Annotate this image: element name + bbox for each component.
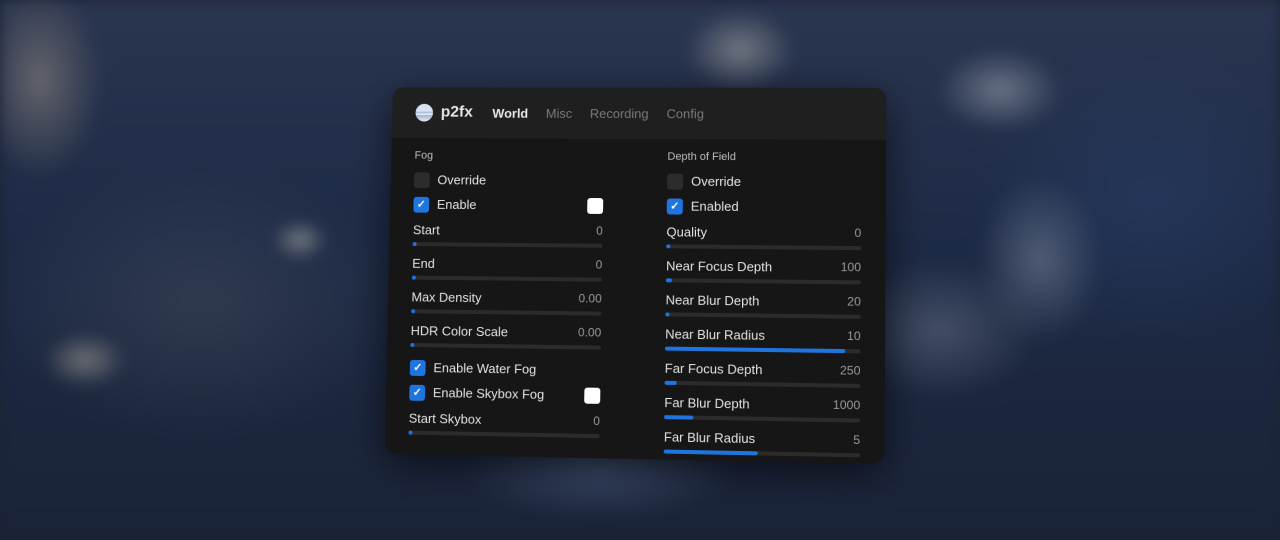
water-fog-checkbox[interactable]: ✓ [409, 359, 426, 376]
start-skybox-label: Start Skybox [408, 410, 482, 427]
near-focus-depth-value: 100 [840, 260, 862, 275]
max-density-fill [411, 309, 416, 314]
quality-fill [666, 244, 671, 249]
tab-misc[interactable]: Misc [546, 106, 573, 121]
start-skybox-track[interactable] [408, 430, 600, 439]
near-blur-radius-value: 10 [846, 328, 861, 344]
dof-title: Depth of Field [667, 150, 736, 164]
hdr-color-scale-label: HDR Color Scale [410, 323, 509, 340]
fog-end-fill [411, 275, 416, 280]
fog-title: Fog [414, 149, 434, 162]
near-focus-depth-label: Near Focus Depth [665, 258, 773, 275]
fog-end-track[interactable] [411, 275, 603, 282]
near-blur-depth-value: 20 [847, 294, 861, 309]
tab-config[interactable]: Config [666, 106, 704, 121]
near-focus-depth-track[interactable] [665, 278, 861, 285]
start-skybox-fill [408, 430, 413, 435]
dof-override-checkbox[interactable] [667, 173, 684, 190]
fog-start-label: Start [412, 222, 440, 238]
far-blur-radius-track[interactable] [663, 449, 860, 458]
dof-enabled-checkbox[interactable]: ✓ [666, 198, 683, 215]
max-density-value: 0.00 [578, 291, 602, 306]
fog-start-value: 0 [596, 223, 603, 238]
skybox-fog-row[interactable]: ✓ Enable Skybox Fog [409, 380, 601, 408]
near-blur-depth-label: Near Blur Depth [665, 292, 760, 309]
fog-color-swatch[interactable] [587, 197, 604, 214]
near-focus-depth-slider[interactable]: Near Focus Depth 100 [665, 252, 862, 288]
hdr-color-scale-track[interactable] [410, 342, 602, 350]
p2fx-panel: p2fx World Misc Recording Config Fog Ove… [384, 87, 887, 465]
tab-recording[interactable]: Recording [590, 106, 649, 121]
max-density-slider[interactable]: Max Density 0.00 [411, 284, 602, 320]
far-focus-depth-track[interactable] [664, 380, 861, 388]
far-blur-depth-fill [664, 415, 694, 420]
dof-enabled-label: Enabled [690, 198, 739, 214]
fog-start-fill [412, 242, 417, 247]
dof-section: Depth of Field Override ✓ Enabled Qualit… [663, 149, 862, 462]
far-blur-depth-track[interactable] [664, 415, 861, 423]
far-blur-radius-fill [663, 449, 758, 456]
near-blur-depth-track[interactable] [665, 312, 861, 319]
far-focus-depth-label: Far Focus Depth [664, 360, 763, 378]
quality-track[interactable] [666, 244, 862, 251]
fog-override-label: Override [437, 172, 487, 188]
far-focus-depth-slider[interactable]: Far Focus Depth 250 [664, 355, 860, 392]
fog-override-row[interactable]: Override [413, 167, 604, 193]
quality-label: Quality [666, 224, 708, 240]
far-blur-radius-label: Far Blur Radius [663, 429, 756, 447]
fog-end-slider[interactable]: End 0 [411, 250, 603, 286]
fog-end-label: End [412, 255, 435, 271]
water-fog-label: Enable Water Fog [433, 360, 537, 377]
dof-override-label: Override [691, 173, 742, 190]
fog-override-checkbox[interactable] [413, 171, 430, 188]
near-blur-radius-slider[interactable]: Near Blur Radius 10 [664, 320, 861, 357]
quality-value: 0 [854, 225, 862, 241]
near-focus-depth-fill [665, 278, 672, 283]
start-skybox-slider[interactable]: Start Skybox 0 [408, 405, 600, 443]
far-focus-depth-value: 250 [839, 363, 861, 378]
near-blur-depth-fill [665, 312, 670, 317]
max-density-track[interactable] [411, 309, 602, 316]
fog-enable-row[interactable]: ✓ Enable [413, 192, 604, 218]
dof-override-row[interactable]: Override [667, 169, 862, 195]
near-blur-radius-label: Near Blur Radius [665, 326, 766, 343]
fog-start-slider[interactable]: Start 0 [412, 216, 603, 251]
far-blur-radius-value: 5 [853, 432, 861, 448]
panel-header: p2fx World Misc Recording Config [391, 87, 887, 140]
hdr-color-scale-value: 0.00 [577, 325, 602, 340]
skybox-fog-color-swatch[interactable] [584, 387, 601, 404]
skybox-fog-checkbox[interactable]: ✓ [409, 384, 426, 401]
far-blur-depth-label: Far Blur Depth [664, 394, 750, 412]
dof-enabled-row[interactable]: ✓ Enabled [666, 194, 862, 220]
tab-world[interactable]: World [492, 105, 528, 120]
brand-title: p2fx [440, 103, 474, 121]
near-blur-radius-track[interactable] [664, 346, 861, 354]
p2fx-logo-icon [415, 103, 434, 122]
near-blur-depth-slider[interactable]: Near Blur Depth 20 [665, 286, 861, 323]
hdr-color-scale-fill [410, 342, 415, 347]
near-blur-radius-fill [664, 346, 845, 354]
far-focus-depth-fill [664, 380, 677, 386]
far-blur-depth-slider[interactable]: Far Blur Depth 1000 [664, 389, 860, 427]
hdr-color-scale-slider[interactable]: HDR Color Scale 0.00 [410, 317, 601, 353]
fog-end-value: 0 [595, 257, 603, 272]
water-fog-row[interactable]: ✓ Enable Water Fog [409, 355, 601, 383]
max-density-label: Max Density [411, 289, 482, 306]
quality-slider[interactable]: Quality 0 [666, 218, 861, 254]
far-blur-radius-slider[interactable]: Far Blur Radius 5 [663, 423, 861, 461]
skybox-fog-label: Enable Skybox Fog [432, 385, 545, 402]
fog-enable-checkbox[interactable]: ✓ [413, 196, 430, 213]
fog-start-track[interactable] [412, 242, 603, 248]
fog-enable-label: Enable [436, 196, 477, 213]
start-skybox-value: 0 [593, 413, 600, 429]
fog-section: Fog Override ✓ Enable Start 0 End 0 Max … [408, 148, 604, 457]
far-blur-depth-value: 1000 [832, 397, 861, 413]
